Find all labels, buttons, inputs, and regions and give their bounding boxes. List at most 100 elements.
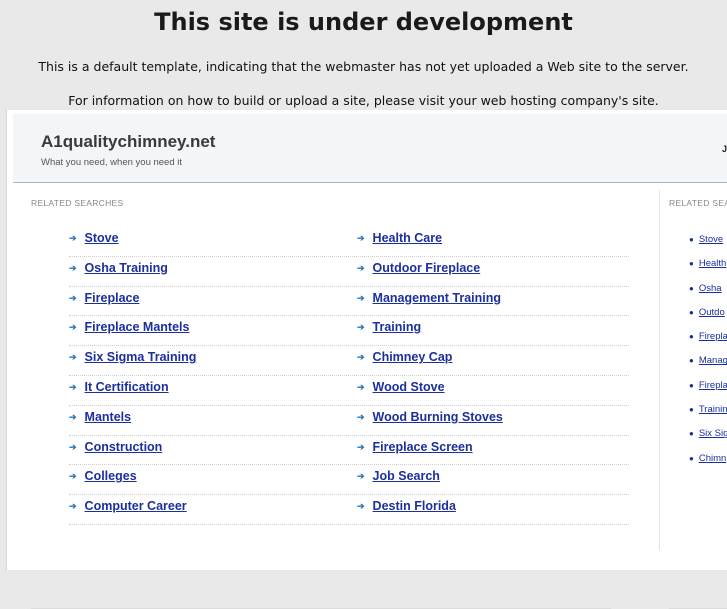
sidebar-link-text[interactable]: Firepla xyxy=(699,380,727,391)
related-link[interactable]: ➔ Job Search xyxy=(357,469,440,483)
arrow-right-icon: ➔ xyxy=(69,501,77,512)
related-link[interactable]: ➔ Outdoor Fireplace xyxy=(357,261,480,275)
arrow-right-icon: ➔ xyxy=(69,352,77,363)
related-link-text[interactable]: Computer Career xyxy=(85,499,187,513)
related-link[interactable]: ➔ Colleges xyxy=(69,469,137,483)
related-link-text[interactable]: Construction xyxy=(85,440,163,454)
arrow-right-icon: ➔ xyxy=(69,233,77,243)
arrow-right-icon: ➔ xyxy=(69,411,77,422)
sidebar-link-text[interactable]: Manag xyxy=(699,355,727,366)
related-link[interactable]: ➔ Management Training xyxy=(357,291,501,305)
related-link-text[interactable]: Health Care xyxy=(373,231,442,245)
related-link-text[interactable]: Wood Stove xyxy=(373,380,445,394)
related-link[interactable]: ➔ Health Care xyxy=(357,231,442,245)
arrow-right-icon: ➔ xyxy=(357,441,365,452)
sidebar-link-text[interactable]: Six Sig xyxy=(699,428,727,439)
sidebar-link[interactable]: ● Chimn xyxy=(689,453,727,477)
link-row: ➔ Computer Career ➔ Destin Florida xyxy=(69,495,629,525)
arrow-right-icon: ➔ xyxy=(357,471,365,482)
date-label: Ju xyxy=(722,144,727,154)
bullet-icon: ● xyxy=(689,405,694,415)
related-link-text[interactable]: It Certification xyxy=(85,380,169,394)
bullet-icon: ● xyxy=(689,453,694,463)
related-link-text[interactable]: Fireplace Mantels xyxy=(85,320,190,334)
sidebar-link-text[interactable]: Chimn xyxy=(699,453,726,464)
link-row: ➔ Fireplace ➔ Management Training xyxy=(69,287,629,317)
sidebar-link[interactable]: ● Stove xyxy=(689,234,727,258)
related-links-grid: ➔ Stove ➔ Health Care ➔ Osha Training ➔ Outdoor… xyxy=(69,227,629,525)
related-link-text[interactable]: Stove xyxy=(85,231,119,245)
bullet-icon: ● xyxy=(689,356,694,366)
sidebar-link-text[interactable]: Firepla xyxy=(699,331,727,342)
sidebar-link[interactable]: ● Outdo xyxy=(689,307,727,331)
page-title: This site is under development xyxy=(154,8,573,36)
arrow-right-icon: ➔ xyxy=(357,322,365,333)
related-link-text[interactable]: Chimney Cap xyxy=(373,350,453,364)
related-link-text[interactable]: Fireplace Screen xyxy=(373,440,473,454)
related-link-text[interactable]: Osha Training xyxy=(85,261,168,275)
related-link[interactable]: ➔ Training xyxy=(357,320,421,334)
related-searches-main: RELATED SEARCHES ➔ Stove ➔ Health Care ➔ Osha… xyxy=(29,190,660,609)
related-link[interactable]: ➔ Mantels xyxy=(69,410,131,424)
arrow-right-icon: ➔ xyxy=(69,471,77,482)
bullet-icon: ● xyxy=(689,380,694,390)
arrow-right-icon: ➔ xyxy=(357,411,365,422)
arrow-right-icon: ➔ xyxy=(69,262,77,273)
arrow-right-icon: ➔ xyxy=(69,322,77,333)
arrow-right-icon: ➔ xyxy=(69,381,77,392)
sidebar-link-text[interactable]: Health xyxy=(699,258,726,269)
section-label: RELATED SEARCHES xyxy=(31,198,124,208)
bullet-icon: ● xyxy=(689,259,694,269)
related-link-text[interactable]: Outdoor Fireplace xyxy=(373,261,481,275)
sidebar-link[interactable]: ● Osha xyxy=(689,283,727,307)
related-link-text[interactable]: Wood Burning Stoves xyxy=(373,410,503,424)
sidebar-link[interactable]: ● Firepla xyxy=(689,331,727,355)
sidebar-link[interactable]: ● Health xyxy=(689,258,727,282)
bullet-icon: ● xyxy=(689,307,694,317)
related-link-text[interactable]: Job Search xyxy=(373,469,440,483)
related-link[interactable]: ➔ Fireplace xyxy=(69,291,139,305)
bullet-icon: ● xyxy=(689,235,694,244)
related-link[interactable]: ➔ Osha Training xyxy=(69,261,168,275)
related-link[interactable]: ➔ Fireplace Mantels xyxy=(69,320,189,334)
link-row: ➔ Fireplace Mantels ➔ Training xyxy=(69,316,629,347)
related-link[interactable]: ➔ Stove xyxy=(69,231,119,245)
related-link[interactable]: ➔ Fireplace Screen xyxy=(357,440,473,454)
related-link-text[interactable]: Colleges xyxy=(85,469,137,483)
parked-page-frame: A1qualitychimney.net What you need, when… xyxy=(6,110,727,609)
arrow-right-icon: ➔ xyxy=(357,262,365,273)
related-link[interactable]: ➔ Wood Burning Stoves xyxy=(357,410,503,424)
site-header: A1qualitychimney.net What you need, when… xyxy=(13,114,727,183)
related-link[interactable]: ➔ Six Sigma Training xyxy=(69,350,196,364)
related-link[interactable]: ➔ Construction xyxy=(69,440,162,454)
related-link-text[interactable]: Destin Florida xyxy=(373,499,456,513)
sidebar-link-text[interactable]: Stove xyxy=(699,234,723,245)
sidebar-link[interactable]: ● Six Sig xyxy=(689,428,727,452)
related-link-text[interactable]: Training xyxy=(373,320,422,334)
sidebar-link[interactable]: ● Firepla xyxy=(689,380,727,404)
link-row: ➔ Six Sigma Training ➔ Chimney Cap xyxy=(69,346,629,376)
site-tagline: What you need, when you need it xyxy=(41,157,183,168)
related-link-text[interactable]: Management Training xyxy=(373,291,502,305)
related-link[interactable]: ➔ Chimney Cap xyxy=(357,350,452,364)
arrow-right-icon: ➔ xyxy=(357,501,365,512)
arrow-right-icon: ➔ xyxy=(69,441,77,452)
sidebar-link[interactable]: ● Manag xyxy=(689,355,727,379)
related-link[interactable]: ➔ Computer Career xyxy=(69,499,187,513)
related-link-text[interactable]: Fireplace xyxy=(85,291,140,305)
related-link-text[interactable]: Mantels xyxy=(85,410,132,424)
sidebar-link-text[interactable]: Osha xyxy=(699,283,722,294)
sidebar-link-text[interactable]: Outdo xyxy=(699,307,725,318)
link-row: ➔ Mantels ➔ Wood Burning Stoves xyxy=(69,406,629,436)
related-link[interactable]: ➔ Destin Florida xyxy=(357,499,456,513)
sidebar-link[interactable]: ● Trainin xyxy=(689,404,727,428)
notice-line-2: For information on how to build or uploa… xyxy=(68,93,659,108)
related-link[interactable]: ➔ Wood Stove xyxy=(357,380,445,394)
link-row: ➔ Osha Training ➔ Outdoor Fireplace xyxy=(69,257,629,287)
sidebar-link-list: ● Stove ● Health ● Osha ● Outdo ● Firepla ● Manag ● F… xyxy=(689,234,727,477)
site-title[interactable]: A1qualitychimney.net xyxy=(41,132,215,152)
related-link-text[interactable]: Six Sigma Training xyxy=(85,350,197,364)
related-link[interactable]: ➔ It Certification xyxy=(69,380,169,394)
sidebar-link-text[interactable]: Trainin xyxy=(699,404,727,415)
bullet-icon: ● xyxy=(689,429,694,439)
